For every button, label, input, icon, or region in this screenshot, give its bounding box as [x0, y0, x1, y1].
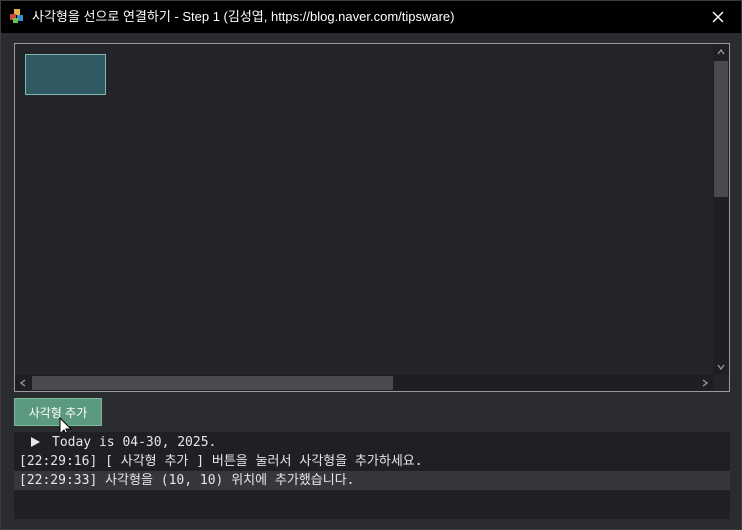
log-panel[interactable]: Today is 04-30, 2025. [22:29:16] [ 사각형 추… — [14, 432, 730, 519]
scroll-right-button[interactable] — [697, 375, 713, 391]
horizontal-scroll-thumb[interactable] — [32, 376, 393, 390]
log-line-text: Today is 04-30, 2025. — [52, 435, 217, 450]
log-line: Today is 04-30, 2025. — [14, 433, 730, 452]
play-icon — [31, 437, 40, 447]
chevron-down-icon — [717, 364, 725, 370]
scroll-down-button[interactable] — [713, 359, 729, 375]
drawing-canvas[interactable] — [14, 43, 730, 392]
app-blocks-icon — [10, 9, 23, 23]
scroll-corner — [713, 375, 729, 391]
log-line-text: [22:29:16] [ 사각형 추가 ] 버튼을 눌러서 사각형을 추가하세요… — [19, 454, 423, 469]
close-button[interactable] — [695, 1, 741, 33]
chevron-right-icon — [702, 379, 708, 387]
title-bar[interactable]: 사각형을 선으로 연결하기 - Step 1 (김성엽, https://blo… — [1, 1, 741, 33]
log-line-selected: [22:29:33] 사각형을 (10, 10) 위치에 추가했습니다. — [14, 471, 730, 490]
add-rectangle-button[interactable]: 사각형 추가 — [14, 398, 102, 426]
log-line: [22:29:16] [ 사각형 추가 ] 버튼을 눌러서 사각형을 추가하세요… — [14, 452, 730, 471]
window-title: 사각형을 선으로 연결하기 - Step 1 (김성엽, https://blo… — [32, 9, 455, 24]
log-line-text: [22:29:33] 사각형을 (10, 10) 위치에 추가했습니다. — [19, 473, 355, 488]
drawn-rectangle[interactable] — [25, 54, 106, 95]
close-icon — [712, 11, 724, 23]
scroll-left-button[interactable] — [15, 375, 31, 391]
chevron-left-icon — [20, 379, 26, 387]
vertical-scroll-thumb[interactable] — [714, 61, 728, 197]
chevron-up-icon — [717, 49, 725, 55]
app-window: 사각형을 선으로 연결하기 - Step 1 (김성엽, https://blo… — [0, 0, 742, 530]
scroll-up-button[interactable] — [713, 44, 729, 60]
horizontal-scrollbar[interactable] — [15, 375, 713, 391]
vertical-scrollbar[interactable] — [713, 44, 729, 375]
